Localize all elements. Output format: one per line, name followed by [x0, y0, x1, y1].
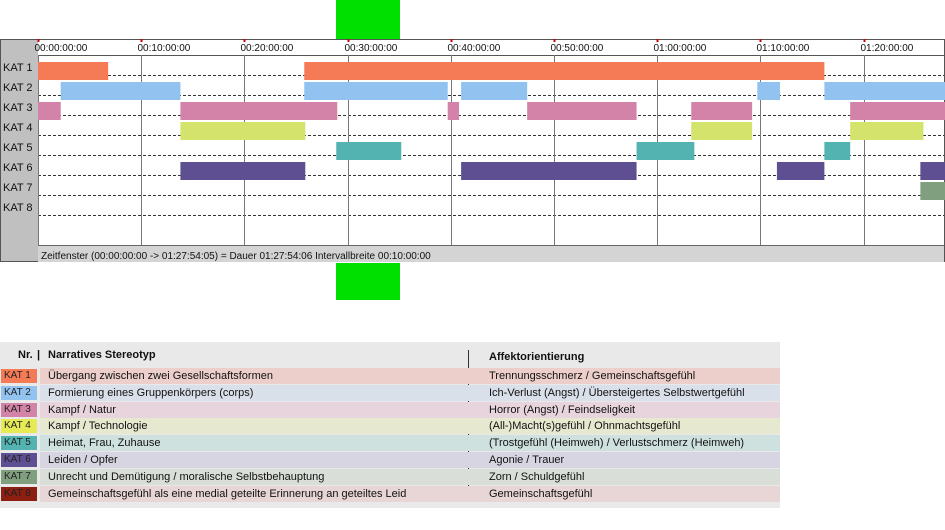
timeline-svg: 00:00:00:00 00:10:00:00 00:20:00:00 00:30:0…	[0, 0, 945, 300]
legend-badge: KAT 7	[1, 469, 37, 484]
legend-affekt: Agonie / Trauer	[489, 454, 565, 466]
segment-bar	[304, 82, 448, 100]
tick-label: 00:40:00:00	[448, 43, 501, 54]
legend-stereotyp: Kampf / Technologie	[48, 420, 148, 433]
legend-stereotyp: Übergang zwischen zwei Gesellschaftsform…	[48, 370, 273, 382]
legend-header-sep: |	[37, 349, 41, 361]
tick-label: 00:20:00:00	[241, 43, 294, 54]
segment-bar	[527, 102, 637, 120]
legend-row: KAT 8 Gemeinschaftsgefühl als eine medial…	[0, 485, 780, 502]
legend-stereotyp: Gemeinschaftsgefühl als eine medial gete…	[48, 487, 407, 500]
legend-stereotyp: Kampf / Natur	[48, 403, 116, 416]
legend-badge: KAT 2	[1, 385, 37, 400]
tick-mark	[140, 39, 143, 42]
tick-mark	[37, 39, 40, 42]
marker-top	[336, 0, 400, 39]
segment-bar	[180, 102, 338, 120]
segment-bar	[776, 162, 825, 180]
legend-stereotyp: Formierung eines Gruppenkörpers (corps)	[48, 386, 254, 399]
tick-mark	[759, 39, 762, 42]
category-label: KAT 5	[3, 142, 33, 154]
category-label: KAT 3	[3, 102, 33, 114]
segment-bar	[461, 82, 528, 100]
legend-row-bg	[40, 401, 780, 418]
segment-bar	[180, 122, 306, 140]
legend-badge: KAT 5	[1, 436, 37, 451]
legend-badge: KAT 1	[1, 369, 37, 383]
tick-mark	[243, 39, 246, 42]
segment-bar	[920, 162, 945, 180]
segment-bar	[38, 102, 61, 120]
tick-label: 01:20:00:00	[861, 43, 914, 54]
legend-row: KAT 1 Übergang zwischen zwei Gesellschaft…	[0, 368, 780, 384]
category-label: KAT 7	[3, 182, 33, 194]
tick-label: 00:30:00:00	[345, 43, 398, 54]
legend-badge: KAT 8	[1, 486, 37, 501]
legend-stereotyp: Leiden / Opfer	[48, 454, 118, 466]
legend-stereotyp: Heimat, Frau, Zuhause	[48, 437, 161, 450]
legend-affekt: (All-)Macht(s)gefühl / Ohnmachtsgefühl	[489, 420, 681, 433]
segment-bar	[824, 142, 851, 160]
segment-bar	[636, 142, 695, 160]
legend-header-nr: Nr.	[18, 349, 33, 361]
legend-row: KAT 5 Heimat, Frau, Zuhause (Trostgefühl (…	[0, 435, 780, 452]
segment-bar	[304, 62, 825, 80]
legend-affekt: Horror (Angst) / Feindseligkeit	[489, 403, 636, 416]
tick-mark	[450, 39, 453, 42]
tick-label: 01:10:00:00	[757, 43, 810, 54]
segment-bar	[691, 122, 753, 140]
tick-label: 01:00:00:00	[654, 43, 707, 54]
segment-bar	[336, 142, 402, 160]
tick-mark	[656, 39, 659, 42]
legend-affekt: Zorn / Schuldgefühl	[489, 470, 585, 483]
legend-row: KAT 2 Formierung eines Gruppenkörpers (co…	[0, 384, 780, 401]
timeline-chart: 00:00:00:00 00:10:00:00 00:20:00:00 00:30:0…	[0, 0, 945, 300]
segment-bar	[757, 82, 781, 100]
tick-mark	[553, 39, 556, 42]
marker-bottom	[336, 263, 400, 300]
legend-row: KAT 3 Kampf / Natur Horror (Angst) / Feind…	[0, 401, 780, 418]
legend-stereotyp: Unrecht und Demütigung / moralische Selb…	[48, 470, 325, 483]
category-label: KAT 4	[3, 122, 33, 134]
category-label: KAT 2	[3, 82, 33, 94]
legend-header-affekt: Affektorientierung	[489, 351, 585, 363]
category-label: KAT 1	[3, 62, 33, 74]
legend-badge: KAT 4	[1, 419, 37, 434]
tick-mark	[347, 39, 350, 42]
segment-bar	[38, 62, 109, 80]
category-label: KAT 6	[3, 162, 33, 174]
segment-bar	[850, 122, 924, 140]
tick-label: 00:50:00:00	[551, 43, 604, 54]
legend-row: KAT 6 Leiden / Opfer Agonie / Trauer	[0, 452, 780, 468]
legend-row: KAT 7 Unrecht und Demütigung / moralische…	[0, 468, 780, 485]
legend-row-bg	[40, 452, 780, 468]
legend-header: Nr. | Narratives Stereotyp Affektorienti…	[0, 342, 780, 368]
legend-badge: KAT 3	[1, 402, 37, 417]
tick-label: 00:10:00:00	[138, 43, 191, 54]
segment-bar	[60, 82, 181, 100]
segment-bar	[920, 182, 945, 200]
segment-bar	[691, 102, 753, 120]
legend-affekt: Gemeinschaftsgefühl	[489, 487, 593, 500]
segment-bar	[461, 162, 637, 180]
legend-affekt: (Trostgefühl (Heimweh) / Verlustschmerz …	[489, 437, 745, 450]
legend-affekt: Trennungsschmerz / Gemeinschaftsgefühl	[489, 370, 696, 382]
category-label: KAT 8	[3, 202, 33, 214]
segment-bar	[850, 102, 945, 120]
legend-header-stereotyp: Narratives Stereotyp	[48, 349, 156, 361]
segment-bar	[447, 102, 460, 120]
tick-mark	[863, 39, 866, 42]
legend-row: KAT 4 Kampf / Technologie (All-)Macht(s)ge…	[0, 418, 780, 435]
legend-affekt: Ich-Verlust (Angst) / Übersteigertes Sel…	[489, 386, 745, 399]
status-text: Zeitfenster (00:00:00:00 -> 01:27:54:05)…	[41, 251, 431, 262]
tick-label: 00:00:00:00	[35, 43, 88, 54]
legend-badge: KAT 6	[1, 453, 37, 467]
segment-bar	[180, 162, 306, 180]
legend-table: Nr. | Narratives Stereotyp Affektorienti…	[0, 342, 780, 508]
segment-bar	[824, 82, 945, 100]
